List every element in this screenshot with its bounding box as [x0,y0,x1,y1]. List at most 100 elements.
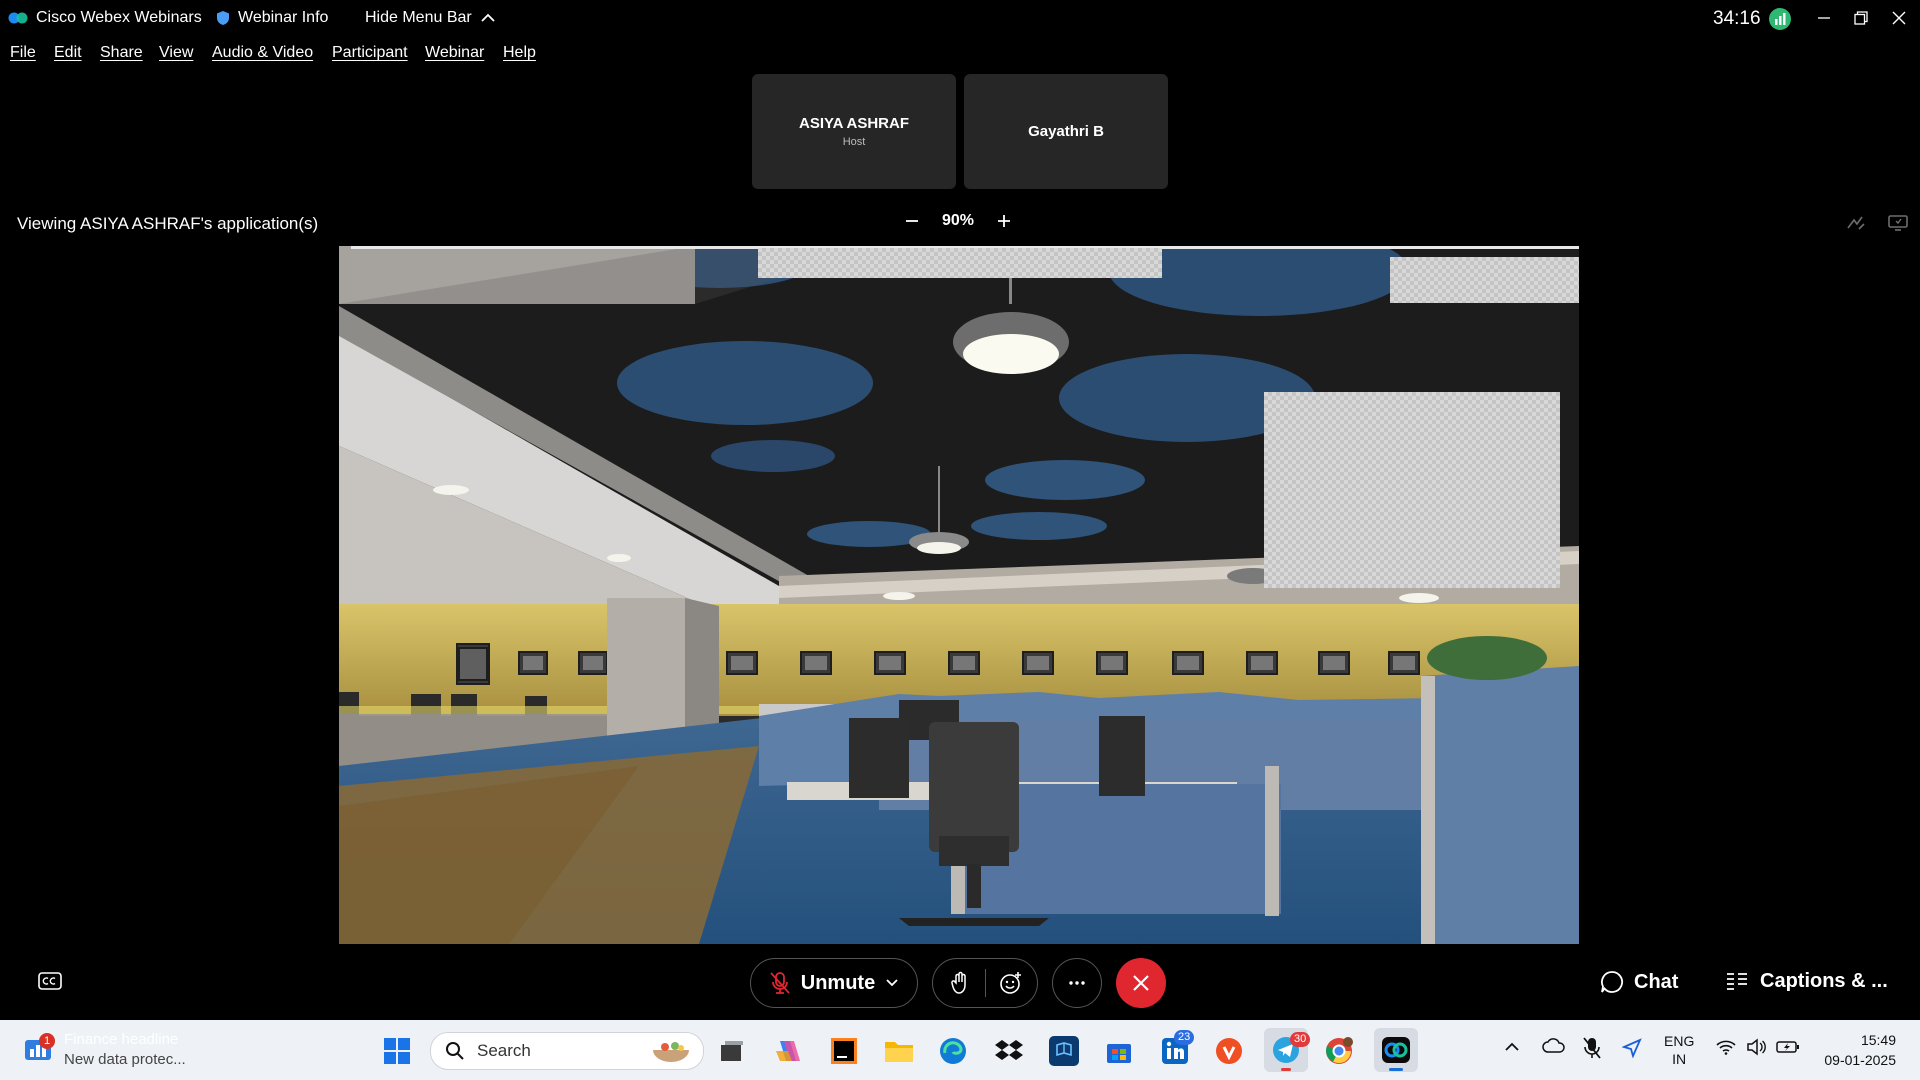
more-options-button[interactable] [1052,958,1102,1008]
webex-app-icon [1382,1037,1410,1063]
tray-overflow-button[interactable] [1504,1040,1520,1058]
app-title: Cisco Webex Webinars [8,9,202,27]
participant-name: ASIYA ASHRAF [798,115,910,132]
taskbar-app-jetbrains[interactable] [829,1036,859,1066]
language-indicator[interactable]: ENG IN [1664,1032,1694,1068]
webinar-info-button[interactable]: Webinar Info [216,9,328,27]
menu-participant[interactable]: Participant [332,44,408,62]
office-render-image [339,246,1579,944]
leave-meeting-button[interactable] [1116,958,1166,1008]
title-bar: Cisco Webex Webinars Webinar Info Hide M… [0,0,1920,38]
taskbar-app-linkedin[interactable]: 23 [1160,1030,1195,1066]
chrome-browser-icon [1326,1037,1353,1064]
raise-hand-icon [950,971,966,994]
menu-audio-video[interactable]: Audio & Video [212,44,313,62]
menu-share[interactable]: Share [100,44,143,62]
annotate-button[interactable] [1846,214,1866,237]
zoom-out-icon[interactable] [904,213,920,229]
notification-badge: 30 [1290,1032,1311,1047]
chevron-up-icon [1505,1042,1519,1051]
taskbar-app-telegram[interactable]: 30 [1264,1028,1311,1072]
participant-tile[interactable]: ASIYA ASHRAF Host [752,74,956,189]
menu-file[interactable]: File [10,44,36,62]
restore-button[interactable] [1849,6,1873,30]
raise-hand-button[interactable] [935,971,985,995]
zoom-in-icon[interactable] [996,213,1012,229]
clock-date: 09-01-2025 [1824,1052,1896,1068]
taskbar-app-edge[interactable] [938,1036,968,1066]
network-stats-icon[interactable] [1768,8,1791,30]
taskbar-app-copilot[interactable] [773,1036,803,1066]
notebook-icon [1056,1042,1072,1057]
shield-icon [217,11,229,25]
news-widget[interactable]: 1 Finance headline New data protec... [24,1030,186,1070]
close-icon [1133,975,1149,991]
volume-icon [1747,1038,1766,1056]
notification-badge: 23 [1174,1030,1195,1045]
food-bowl-icon [653,1042,689,1062]
active-indicator [1281,1068,1291,1071]
transparent-window-region [758,248,1162,278]
windows-logo-icon [384,1038,410,1064]
restore-icon [1854,11,1868,25]
timer-text: 34:16 [1713,8,1761,29]
location-arrow-icon [1621,1038,1642,1059]
annotate-icon [1847,216,1865,230]
microphone-muted-icon [770,972,790,994]
location-tray-button[interactable] [1621,1038,1642,1063]
onedrive-tray-button[interactable] [1542,1038,1566,1059]
more-dots-icon [1069,981,1085,985]
unmute-label: Unmute [800,971,876,994]
taskbar-app-store[interactable] [1104,1036,1134,1066]
close-button[interactable] [1887,6,1911,30]
copilot-icon [776,1041,800,1061]
mic-muted-tray-button[interactable] [1582,1036,1602,1065]
system-clock[interactable]: 15:49 09-01-2025 [1812,1030,1896,1070]
chat-label: Chat [1634,970,1679,993]
store-icon [1107,1044,1131,1063]
menu-edit[interactable]: Edit [54,44,82,62]
quick-settings[interactable] [1716,1038,1800,1056]
taskbar-app-taskview[interactable] [717,1036,747,1066]
close-icon [1892,11,1906,25]
hide-menu-bar-button[interactable]: Hide Menu Bar [365,9,496,27]
shared-screen[interactable] [339,246,1579,944]
meeting-timer: 34:16 [1713,8,1791,30]
menu-help[interactable]: Help [503,44,536,62]
dropbox-icon [995,1040,1023,1060]
webinar-info-label: Webinar Info [238,9,329,26]
taskbar-app-chrome[interactable] [1324,1036,1354,1066]
taskbar-app-onenote[interactable] [1049,1036,1079,1066]
brave-browser-icon [1216,1038,1242,1064]
remote-control-button[interactable] [1888,214,1908,237]
start-button[interactable] [382,1036,412,1066]
captions-toggle-button[interactable] [38,972,62,995]
zoom-controls: 90% [904,212,1012,230]
microphone-muted-icon [1583,1037,1601,1059]
participant-name: Gayathri B [1028,123,1104,140]
language-code: ENG [1664,1033,1695,1049]
captions-list-icon [1727,972,1747,990]
menu-bar: File Edit Share View Audio & Video Parti… [0,44,700,68]
folder-icon [885,1042,913,1062]
battery-charging-icon [1776,1041,1799,1053]
menu-webinar[interactable]: Webinar [425,44,484,62]
taskbar-app-webex[interactable] [1374,1028,1418,1072]
transparent-window-region [1264,392,1560,588]
taskbar-app-dropbox[interactable] [994,1036,1024,1066]
captions-panel-button[interactable]: Captions & ... [1726,970,1888,993]
task-view-icon [721,1041,743,1061]
participant-role: Host [842,136,866,148]
chat-button[interactable]: Chat [1600,970,1678,994]
taskbar-app-brave[interactable] [1214,1036,1244,1066]
unmute-button[interactable]: Unmute [750,958,918,1008]
taskbar-search[interactable]: Search [430,1032,704,1070]
minimize-button[interactable] [1812,6,1836,30]
taskbar-app-file-explorer[interactable] [884,1036,914,1066]
menu-view[interactable]: View [159,44,193,62]
news-widget-icon: 1 [24,1033,55,1065]
minimize-icon [1818,17,1830,19]
reactions-button[interactable] [986,971,1036,995]
chevron-down-icon[interactable] [885,978,899,988]
participant-tile[interactable]: Gayathri B [964,74,1168,189]
